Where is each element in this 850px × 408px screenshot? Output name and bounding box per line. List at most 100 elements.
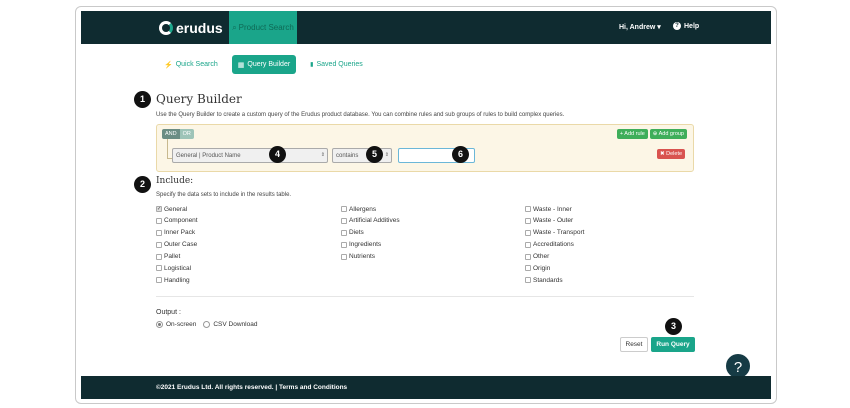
include-option-artificial-additives[interactable]: Artificial Additives [341,217,400,225]
tab-label: Saved Queries [316,61,363,68]
include-option-standards[interactable]: Standards [525,276,584,284]
include-option-component[interactable]: Component [156,217,198,225]
condition-toggle: AND OR [162,129,194,139]
help-label: Help [684,22,700,30]
checkbox[interactable] [156,229,162,236]
group-actions: + Add rule ⊕ Add group [616,129,687,139]
brand-logo[interactable]: erudus [159,20,223,36]
bolt-icon: ⚡ [164,61,173,69]
run-query-button[interactable]: Run Query [651,337,695,352]
select-arrows-icon: ⇕ [320,152,325,158]
checkbox[interactable] [341,206,347,212]
tab-label: Quick Search [175,61,218,68]
add-group-button[interactable]: ⊕ Add group [649,129,687,139]
checkbox[interactable] [525,265,531,272]
checkbox[interactable] [156,253,162,260]
include-option-other[interactable]: Other [525,253,584,261]
include-option-handling[interactable]: Handling [156,276,198,284]
callout-3: 3 [665,318,682,335]
checkbox-label: Accreditations [533,241,574,249]
footer: ©2021 Erudus Ltd. All rights reserved. |… [81,376,771,399]
include-option-pallet[interactable]: Pallet [156,253,198,261]
include-option-waste-transport[interactable]: Waste - Transport [525,229,584,237]
grid-icon: ▦ [237,61,245,69]
bookmark-icon: ▮ [310,62,314,68]
checkbox[interactable] [525,277,531,284]
checkbox[interactable] [341,253,347,260]
checkbox[interactable] [525,241,531,248]
include-option-allergens[interactable]: Allergens [341,205,400,213]
select-arrows-icon: ⇕ [384,152,389,158]
checkbox-label: Nutrients [349,253,376,261]
include-option-origin[interactable]: Origin [525,264,584,272]
include-option-waste-inner[interactable]: Waste - Inner [525,205,584,213]
reset-button[interactable]: Reset [620,337,648,352]
checkbox-label: Logistical [164,264,192,272]
callout-2: 2 [134,176,151,193]
output-option-csv[interactable]: CSV Download [203,321,257,328]
include-option-general[interactable]: ✓ General [156,205,198,213]
output-option-on-screen[interactable]: On-screen [156,321,196,328]
callout-5: 5 [366,146,383,163]
erudus-logo-icon [159,21,173,35]
include-option-accreditations[interactable]: Accreditations [525,241,584,249]
checkbox[interactable] [525,253,531,260]
tab-saved-queries[interactable]: ▮ Saved Queries [304,56,369,73]
radio-button[interactable] [203,321,211,328]
delete-rule-button[interactable]: ✖ Delete [657,149,686,159]
checkbox-label: General [164,205,188,213]
callout-4: 4 [269,146,286,163]
include-option-inner-pack[interactable]: Inner Pack [156,229,198,237]
checkbox[interactable] [156,217,162,224]
search-tabs: ⚡ Quick Search ▦ Query Builder ▮ Saved Q… [158,55,369,74]
checkbox[interactable] [156,265,162,272]
include-option-diets[interactable]: Diets [341,229,400,237]
checkbox-label: Ingredients [349,241,382,249]
user-greeting: Hi, Andrew [619,24,656,31]
tab-query-builder[interactable]: ▦ Query Builder [231,55,297,74]
user-menu[interactable]: Hi, Andrew ▾ [619,23,661,31]
brand-name: erudus [176,20,223,36]
radio-label: CSV Download [213,321,258,328]
checkbox[interactable] [156,277,162,284]
field-select[interactable]: General | Product Name ⇕ [172,148,328,163]
checkbox[interactable] [341,217,347,224]
checkbox[interactable] [156,241,162,248]
page-title: Query Builder [156,92,242,106]
checkbox-label: Artificial Additives [349,217,400,225]
callout-6: 6 [452,146,469,163]
include-option-logistical[interactable]: Logistical [156,264,198,272]
include-column-1: ✓ General Component Inner Pack Outer Case Pal… [156,205,198,284]
chevron-down-icon: ▾ [657,24,661,31]
include-option-ingredients[interactable]: Ingredients [341,241,400,249]
tab-label: Query Builder [247,61,291,68]
checkbox[interactable] [525,217,531,224]
checkbox-label: Allergens [349,205,377,213]
include-title: Include: [156,176,194,186]
checkbox[interactable] [341,229,347,236]
output-options: On-screen CSV Download [156,321,257,328]
checkbox[interactable] [525,229,531,236]
question-circle-icon: ? [673,22,681,30]
include-option-waste-outer[interactable]: Waste - Outer [525,217,584,225]
radio-button[interactable] [156,321,163,328]
and-button[interactable]: AND [162,129,180,139]
top-navbar: erudus ⌕ Product Search Hi, Andrew ▾ ? H… [81,11,771,44]
checkbox[interactable]: ✓ [156,206,162,212]
query-builder-description: Use the Query Builder to create a custom… [156,112,565,118]
checkbox-label: Other [533,253,550,261]
checkbox-label: Standards [533,276,563,284]
or-button[interactable]: OR [179,129,194,139]
radio-label: On-screen [166,321,197,328]
include-option-outer-case[interactable]: Outer Case [156,241,198,249]
search-icon: ⌕ [232,22,237,32]
include-option-nutrients[interactable]: Nutrients [341,253,400,261]
help-link[interactable]: ? Help [673,22,699,30]
checkbox-label: Inner Pack [164,229,196,237]
checkbox[interactable] [525,206,531,212]
add-rule-button[interactable]: + Add rule [616,129,648,139]
operator-select[interactable]: contains ⇕ [332,148,392,163]
tab-quick-search[interactable]: ⚡ Quick Search [158,56,224,74]
checkbox[interactable] [341,241,347,248]
nav-item-product-search[interactable]: ⌕ Product Search [229,11,297,44]
